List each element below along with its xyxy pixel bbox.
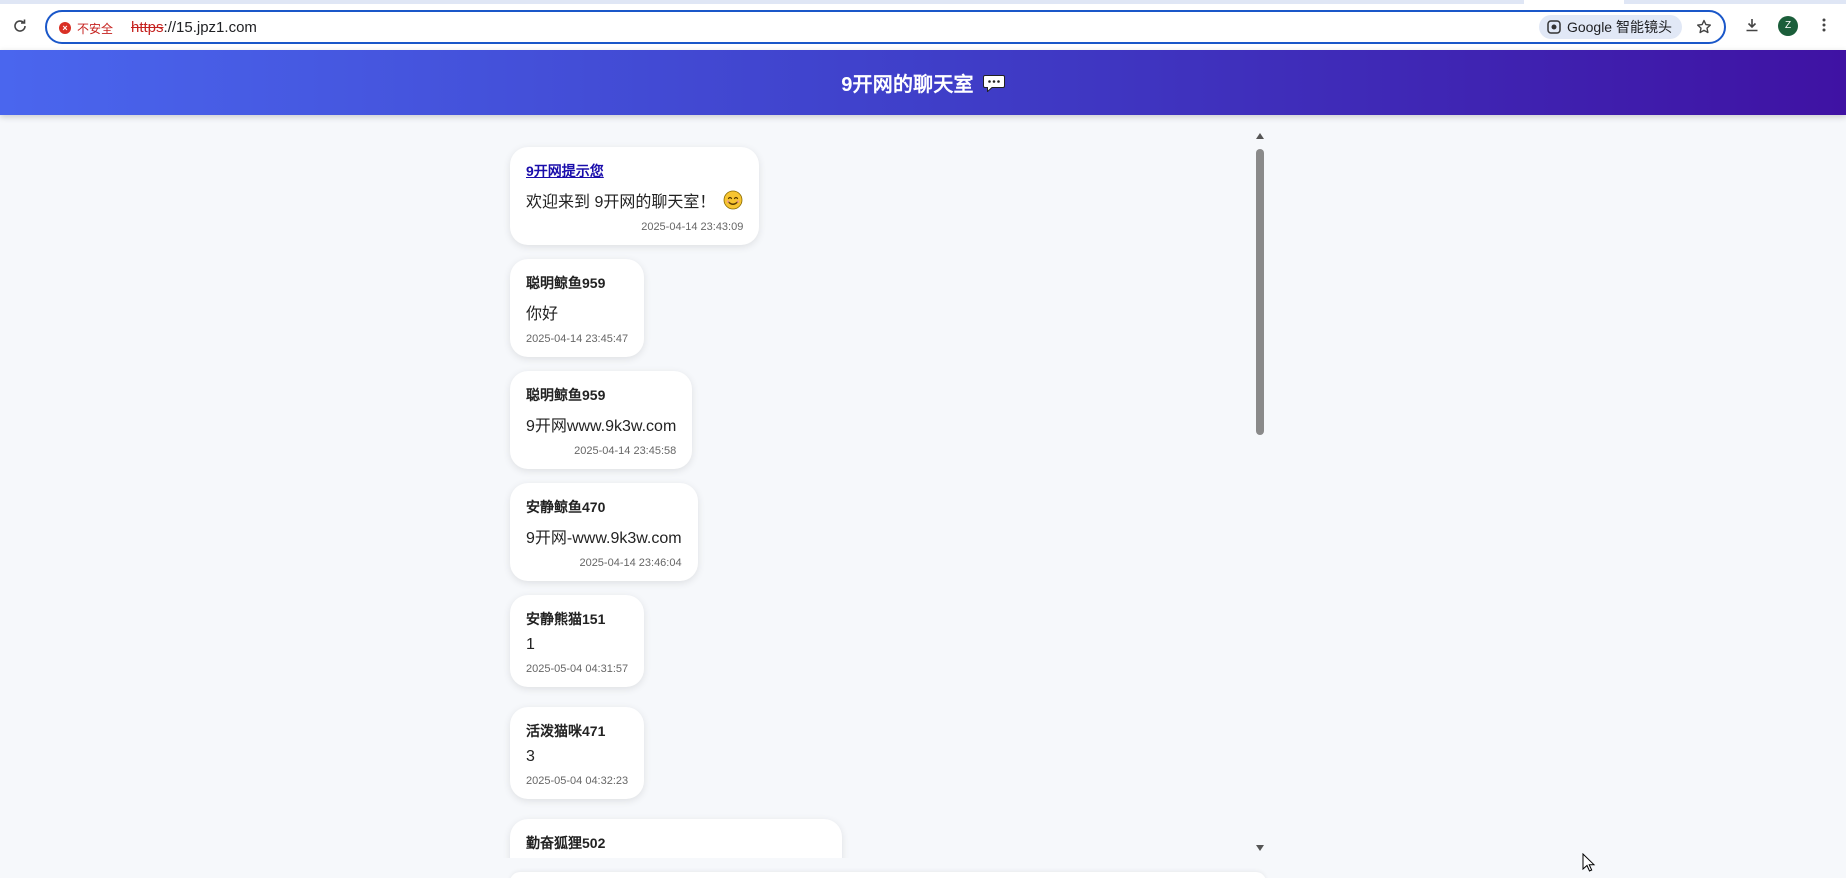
message-bubble: 勤奋狐狸502: [510, 819, 842, 858]
page-title: 9开网的聊天室: [841, 74, 974, 96]
more-icon[interactable]: [1813, 14, 1835, 36]
message-timestamp: 2025-04-14 23:46:04: [579, 557, 682, 569]
url-host: ://15.jpz1.com: [163, 19, 257, 36]
url-scheme: https: [131, 19, 164, 36]
message-timestamp: 2025-05-04 04:31:57: [526, 663, 629, 675]
download-icon[interactable]: [1741, 14, 1763, 36]
message-timestamp: 2025-04-14 23:45:47: [526, 333, 629, 345]
star-icon[interactable]: [1694, 17, 1714, 37]
message-bubble: 安静熊猫151 1 2025-05-04 04:31:57: [510, 595, 645, 687]
speech-bubble-icon: [982, 74, 1005, 92]
message-bubble: 聪明鲸鱼959 9开网www.9k3w.com 2025-04-14 23:45…: [510, 371, 693, 469]
url-text[interactable]: https://15.jpz1.com: [131, 19, 257, 36]
message-sender: 聪明鲸鱼959: [526, 275, 606, 291]
address-bar[interactable]: × 不安全 https://15.jpz1.com Google 智能镜头: [45, 10, 1726, 44]
chat-container: 9开网提示您 欢迎来到 9开网的聊天室！ 2025-04-14 23:43:09…: [500, 131, 1264, 858]
profile-avatar[interactable]: Z: [1778, 16, 1798, 36]
message-bubble: 活泼猫咪471 3 2025-05-04 04:32:23: [510, 707, 645, 799]
message-sender: 聪明鲸鱼959: [526, 387, 606, 403]
browser-toolbar: × 不安全 https://15.jpz1.com Google 智能镜头 Z: [0, 0, 1846, 50]
message-sender-link[interactable]: 9开网提示您: [526, 161, 743, 181]
google-lens-button[interactable]: Google 智能镜头: [1538, 15, 1682, 39]
message-bubble: 安静鲸鱼470 9开网-www.9k3w.com 2025-04-14 23:4…: [510, 483, 698, 581]
input-panel-edge: [510, 872, 1266, 878]
message-text: 9开网-www.9k3w.com: [526, 530, 682, 547]
message-timestamp: 2025-05-04 04:32:23: [526, 775, 629, 787]
message-text: 欢迎来到 9开网的聊天室！: [526, 194, 716, 211]
message-text-row: 欢迎来到 9开网的聊天室！: [526, 188, 743, 212]
message-sender: 活泼猫咪471: [526, 723, 606, 739]
message-text: 1: [526, 636, 535, 653]
security-label: 不安全: [77, 21, 114, 36]
message-list-scrollbar[interactable]: [1256, 131, 1264, 858]
message-text: 3: [526, 748, 535, 765]
chat-header: 9开网的聊天室: [0, 50, 1846, 115]
message-sender: 勤奋狐狸502: [526, 835, 606, 851]
message-text: 你好: [526, 306, 559, 323]
message-sender: 安静鲸鱼470: [526, 499, 606, 515]
message-bubble: 聪明鲸鱼959 你好 2025-04-14 23:45:47: [510, 259, 645, 357]
message-bubble: 9开网提示您 欢迎来到 9开网的聊天室！ 2025-04-14 23:43:09: [510, 147, 760, 245]
smiling-face-icon: [723, 190, 743, 210]
reload-icon[interactable]: [10, 16, 30, 36]
message-list[interactable]: 9开网提示您 欢迎来到 9开网的聊天室！ 2025-04-14 23:43:09…: [500, 131, 1255, 858]
scroll-up-arrow-icon[interactable]: [1256, 133, 1264, 139]
scroll-down-arrow-icon[interactable]: [1256, 845, 1264, 851]
message-sender: 安静熊猫151: [526, 611, 606, 627]
google-lens-label: Google 智能镜头: [1566, 19, 1672, 35]
not-secure-icon: ×: [59, 22, 71, 34]
lens-icon: [1547, 20, 1561, 34]
message-timestamp: 2025-04-14 23:43:09: [641, 221, 744, 233]
message-timestamp: 2025-04-14 23:45:58: [574, 445, 677, 457]
message-text: 9开网www.9k3w.com: [526, 418, 677, 435]
mouse-cursor-icon: [1582, 853, 1596, 872]
scrollbar-thumb[interactable]: [1256, 149, 1264, 435]
security-indicator[interactable]: × 不安全: [59, 18, 113, 38]
tab-strip-edge: [0, 0, 1846, 4]
